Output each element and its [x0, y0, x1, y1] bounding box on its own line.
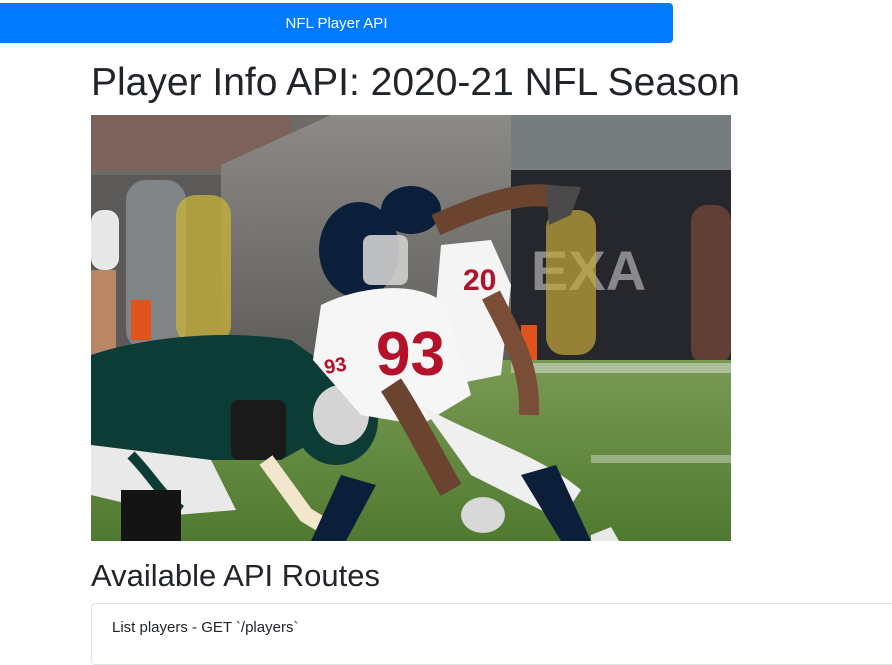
football-players-photo: EXA 20 93 93 — [91, 115, 731, 541]
routes-list: List players - GET `/players` — [91, 603, 892, 665]
jersey-number-93: 93 — [376, 320, 445, 389]
svg-text:93: 93 — [323, 353, 349, 379]
navbar-brand[interactable]: NFL Player API — [0, 3, 673, 43]
hero-image: EXA 20 93 93 — [91, 115, 731, 541]
page-title: Player Info API: 2020-21 NFL Season — [91, 61, 740, 104]
navbar-title[interactable]: NFL Player API — [286, 15, 388, 32]
section-title-routes: Available API Routes — [91, 558, 380, 593]
jersey-number-20: 20 — [463, 264, 496, 297]
